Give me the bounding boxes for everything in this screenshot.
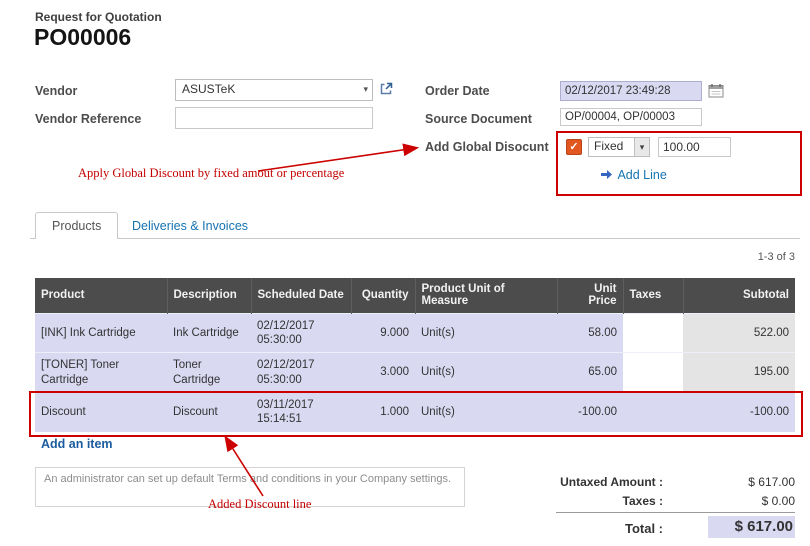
cell-quantity[interactable]: 3.000 bbox=[351, 353, 415, 393]
cell-uom[interactable]: Unit(s) bbox=[415, 313, 557, 353]
add-line-arrow-icon bbox=[600, 167, 617, 184]
table-row-toner-cartridge[interactable]: [TONER] Toner Cartridge Toner Cartridge … bbox=[35, 353, 795, 393]
column-header-unit-price: Unit Price bbox=[557, 278, 623, 313]
pager: 1-3 of 3 bbox=[695, 251, 795, 263]
totals-divider bbox=[556, 512, 795, 513]
cell-scheduled-date[interactable]: 02/12/2017 05:30:00 bbox=[251, 313, 351, 353]
table-row-discount[interactable]: Discount Discount 03/11/2017 15:14:51 1.… bbox=[35, 393, 795, 432]
taxes-value: $ 0.00 bbox=[698, 494, 795, 508]
add-item-link[interactable]: Add an item bbox=[41, 437, 113, 451]
cell-taxes[interactable] bbox=[623, 393, 683, 432]
vendor-value: ASUSTeK bbox=[182, 82, 235, 96]
discount-line-note: Added Discount line bbox=[208, 497, 311, 512]
calendar-icon[interactable] bbox=[708, 83, 724, 103]
column-header-product: Product bbox=[35, 278, 167, 313]
cell-quantity[interactable]: 9.000 bbox=[351, 313, 415, 353]
cell-subtotal: 522.00 bbox=[683, 313, 795, 353]
cell-subtotal: 195.00 bbox=[683, 353, 795, 393]
cell-product[interactable]: Discount bbox=[35, 393, 167, 432]
external-link-icon[interactable] bbox=[379, 82, 393, 101]
cell-uom[interactable]: Unit(s) bbox=[415, 393, 557, 432]
cell-taxes[interactable] bbox=[623, 313, 683, 353]
table-header-row: Product Description Scheduled Date Quant… bbox=[35, 278, 795, 313]
check-icon: ✓ bbox=[569, 141, 578, 153]
column-header-description: Description bbox=[167, 278, 251, 313]
cell-product[interactable]: [TONER] Toner Cartridge bbox=[35, 353, 167, 393]
vendor-reference-input[interactable] bbox=[175, 107, 373, 129]
table-row-ink-cartridge[interactable]: [INK] Ink Cartridge Ink Cartridge 02/12/… bbox=[35, 313, 795, 353]
cell-taxes[interactable] bbox=[623, 353, 683, 393]
cell-description[interactable]: Discount bbox=[167, 393, 251, 432]
discount-type-select[interactable]: Fixed ▾ bbox=[588, 137, 650, 157]
column-header-subtotal: Subtotal bbox=[683, 278, 795, 313]
request-for-quotation-page: Request for Quotation PO00006 Vendor ASU… bbox=[0, 0, 810, 546]
column-header-scheduled-date: Scheduled Date bbox=[251, 278, 351, 313]
column-header-taxes: Taxes bbox=[623, 278, 683, 313]
untaxed-amount-label: Untaxed Amount : bbox=[468, 475, 663, 489]
cell-description[interactable]: Ink Cartridge bbox=[167, 313, 251, 353]
order-date-input[interactable] bbox=[560, 81, 702, 101]
cell-unit-price[interactable]: 65.00 bbox=[557, 353, 623, 393]
total-value: $ 617.00 bbox=[708, 516, 795, 538]
cell-description[interactable]: Toner Cartridge bbox=[167, 353, 251, 393]
page-title: PO00006 bbox=[34, 24, 131, 51]
cell-quantity[interactable]: 1.000 bbox=[351, 393, 415, 432]
cell-product[interactable]: [INK] Ink Cartridge bbox=[35, 313, 167, 353]
order-date-label: Order Date bbox=[425, 84, 490, 98]
global-discount-note: Apply Global Discount by fixed amout or … bbox=[78, 166, 344, 181]
chevron-down-icon: ▾ bbox=[634, 138, 649, 156]
chevron-down-icon: ▾ bbox=[363, 84, 368, 95]
column-header-quantity: Quantity bbox=[351, 278, 415, 313]
source-document-input[interactable] bbox=[560, 108, 702, 126]
vendor-reference-label: Vendor Reference bbox=[35, 112, 141, 126]
cell-scheduled-date[interactable]: 03/11/2017 15:14:51 bbox=[251, 393, 351, 432]
vendor-label: Vendor bbox=[35, 84, 77, 98]
add-line-label: Add Line bbox=[617, 168, 666, 182]
untaxed-amount-value: $ 617.00 bbox=[698, 475, 795, 489]
taxes-label: Taxes : bbox=[468, 494, 663, 508]
cell-unit-price[interactable]: 58.00 bbox=[557, 313, 623, 353]
cell-scheduled-date[interactable]: 02/12/2017 05:30:00 bbox=[251, 353, 351, 393]
vendor-select[interactable]: ASUSTeK ▾ bbox=[175, 79, 373, 101]
discount-type-value: Fixed bbox=[594, 139, 623, 153]
tab-deliveries-invoices[interactable]: Deliveries & Invoices bbox=[132, 219, 248, 233]
cell-subtotal: -100.00 bbox=[683, 393, 795, 432]
column-header-uom: Product Unit of Measure bbox=[415, 278, 557, 313]
cell-uom[interactable]: Unit(s) bbox=[415, 353, 557, 393]
tab-products[interactable]: Products bbox=[35, 212, 118, 239]
total-label: Total : bbox=[518, 521, 663, 536]
global-discount-checkbox[interactable]: ✓ bbox=[566, 139, 582, 155]
doc-type-label: Request for Quotation bbox=[35, 10, 162, 24]
add-line-link[interactable]: Add Line bbox=[600, 166, 667, 185]
tabs-divider bbox=[30, 238, 800, 239]
global-discount-label: Add Global Disocunt bbox=[425, 140, 549, 154]
source-document-label: Source Document bbox=[425, 112, 532, 126]
discount-amount-input[interactable] bbox=[658, 137, 731, 157]
cell-unit-price[interactable]: -100.00 bbox=[557, 393, 623, 432]
order-lines-table: Product Description Scheduled Date Quant… bbox=[35, 278, 795, 432]
